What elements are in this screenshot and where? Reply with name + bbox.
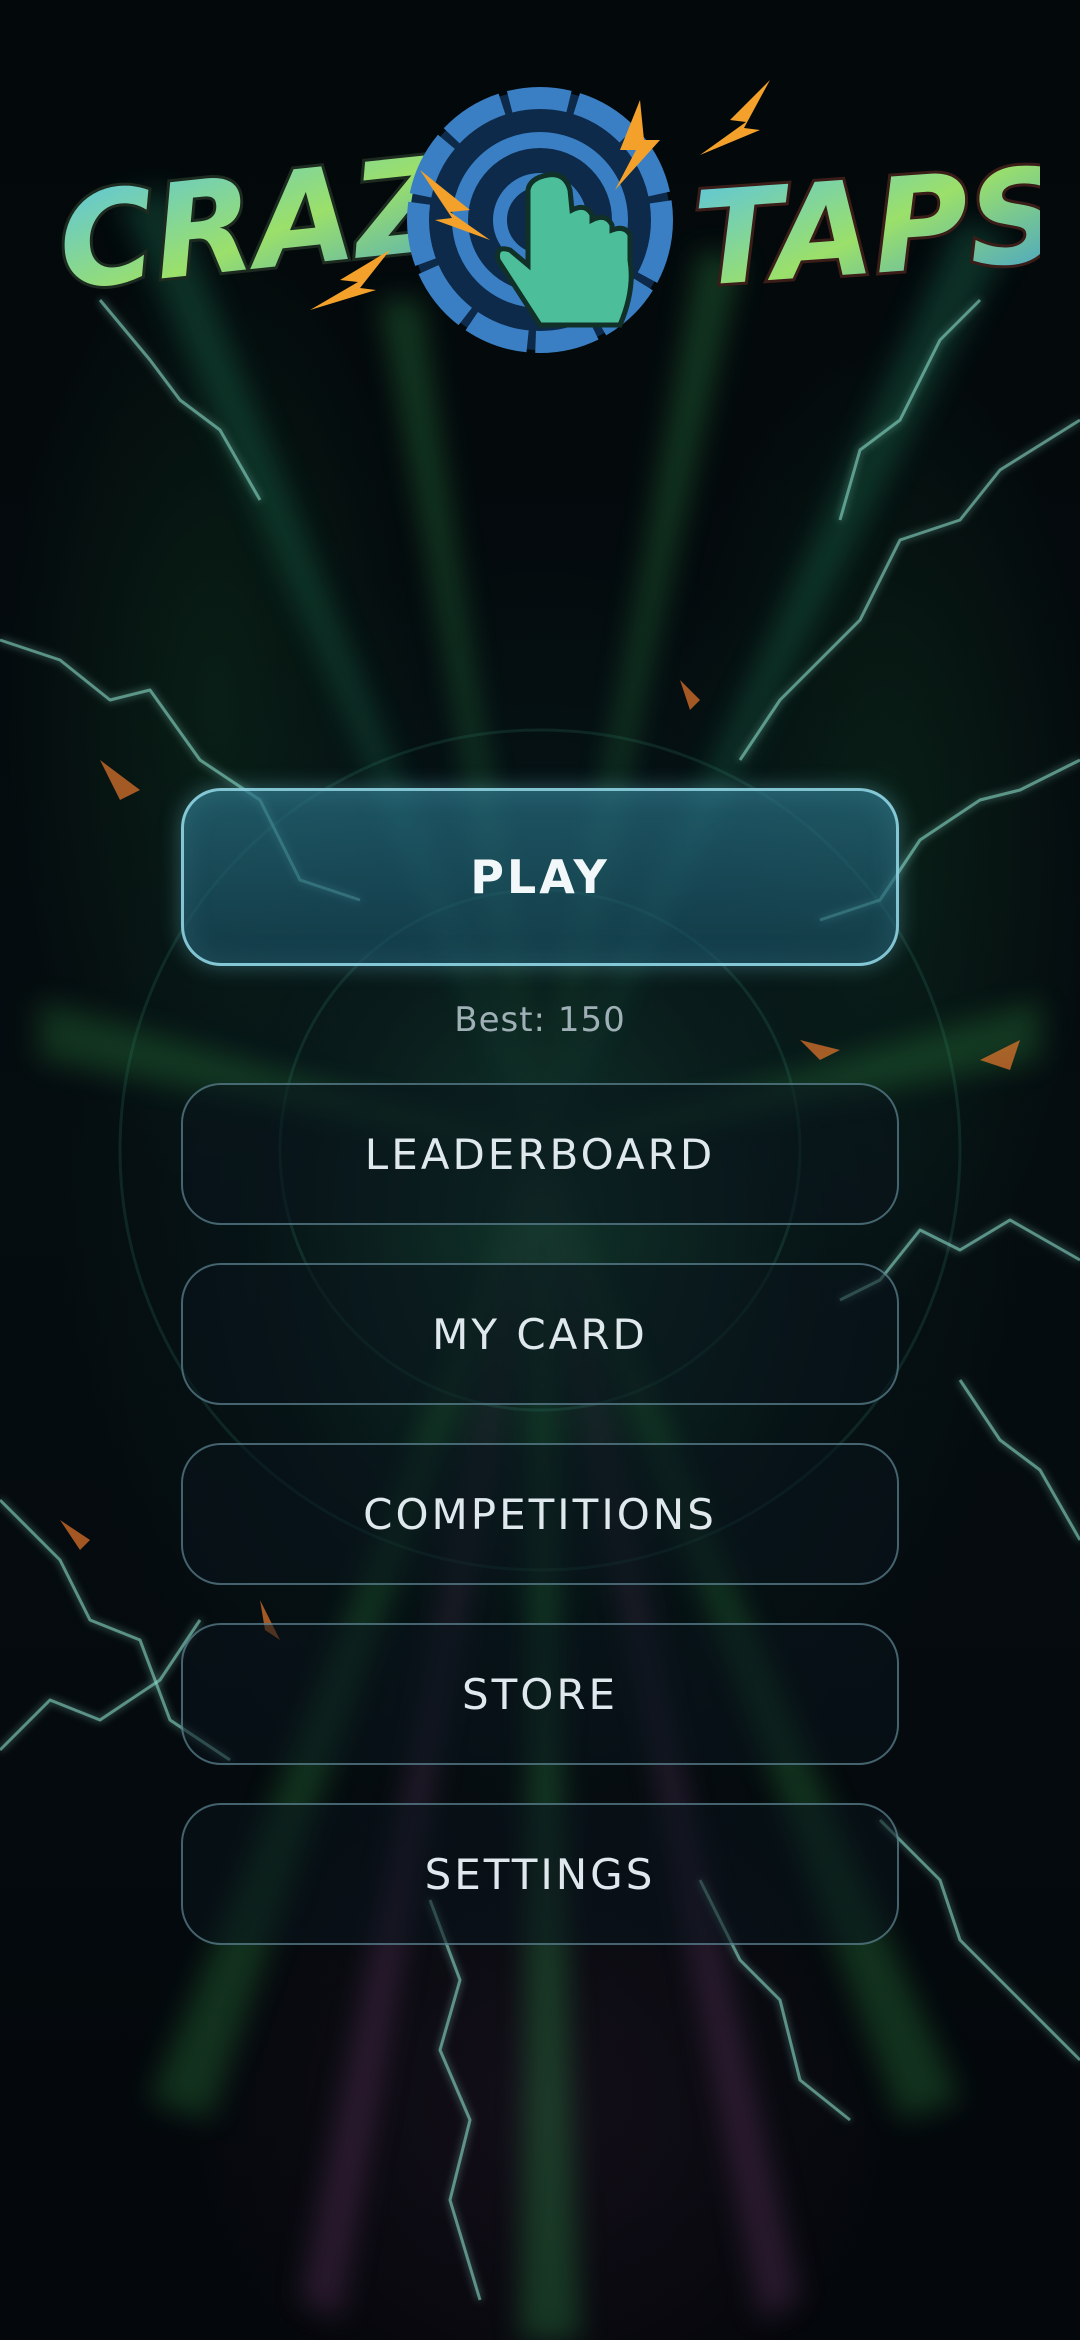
competitions-button[interactable]: COMPETITIONS bbox=[181, 1443, 899, 1585]
my-card-button-label: MY CARD bbox=[432, 1309, 648, 1359]
best-score-text: Best: 150 bbox=[454, 1000, 626, 1040]
crazy-taps-logo: CRAZY TAPS bbox=[48, 80, 1040, 353]
settings-button[interactable]: SETTINGS bbox=[181, 1803, 899, 1945]
store-button[interactable]: STORE bbox=[181, 1623, 899, 1765]
main-menu-screen: CRAZY TAPS PLAY Best: 150 LEADERBOARD MY… bbox=[0, 0, 1080, 2340]
leaderboard-button-label: LEADERBOARD bbox=[364, 1129, 716, 1179]
my-card-button[interactable]: MY CARD bbox=[181, 1263, 899, 1405]
play-button-label: PLAY bbox=[470, 850, 610, 904]
logo-word-taps: TAPS bbox=[689, 139, 1040, 316]
settings-button-label: SETTINGS bbox=[424, 1849, 656, 1899]
play-button[interactable]: PLAY bbox=[181, 788, 899, 966]
competitions-button-label: COMPETITIONS bbox=[363, 1489, 717, 1539]
leaderboard-button[interactable]: LEADERBOARD bbox=[181, 1083, 899, 1225]
store-button-label: STORE bbox=[461, 1669, 619, 1719]
